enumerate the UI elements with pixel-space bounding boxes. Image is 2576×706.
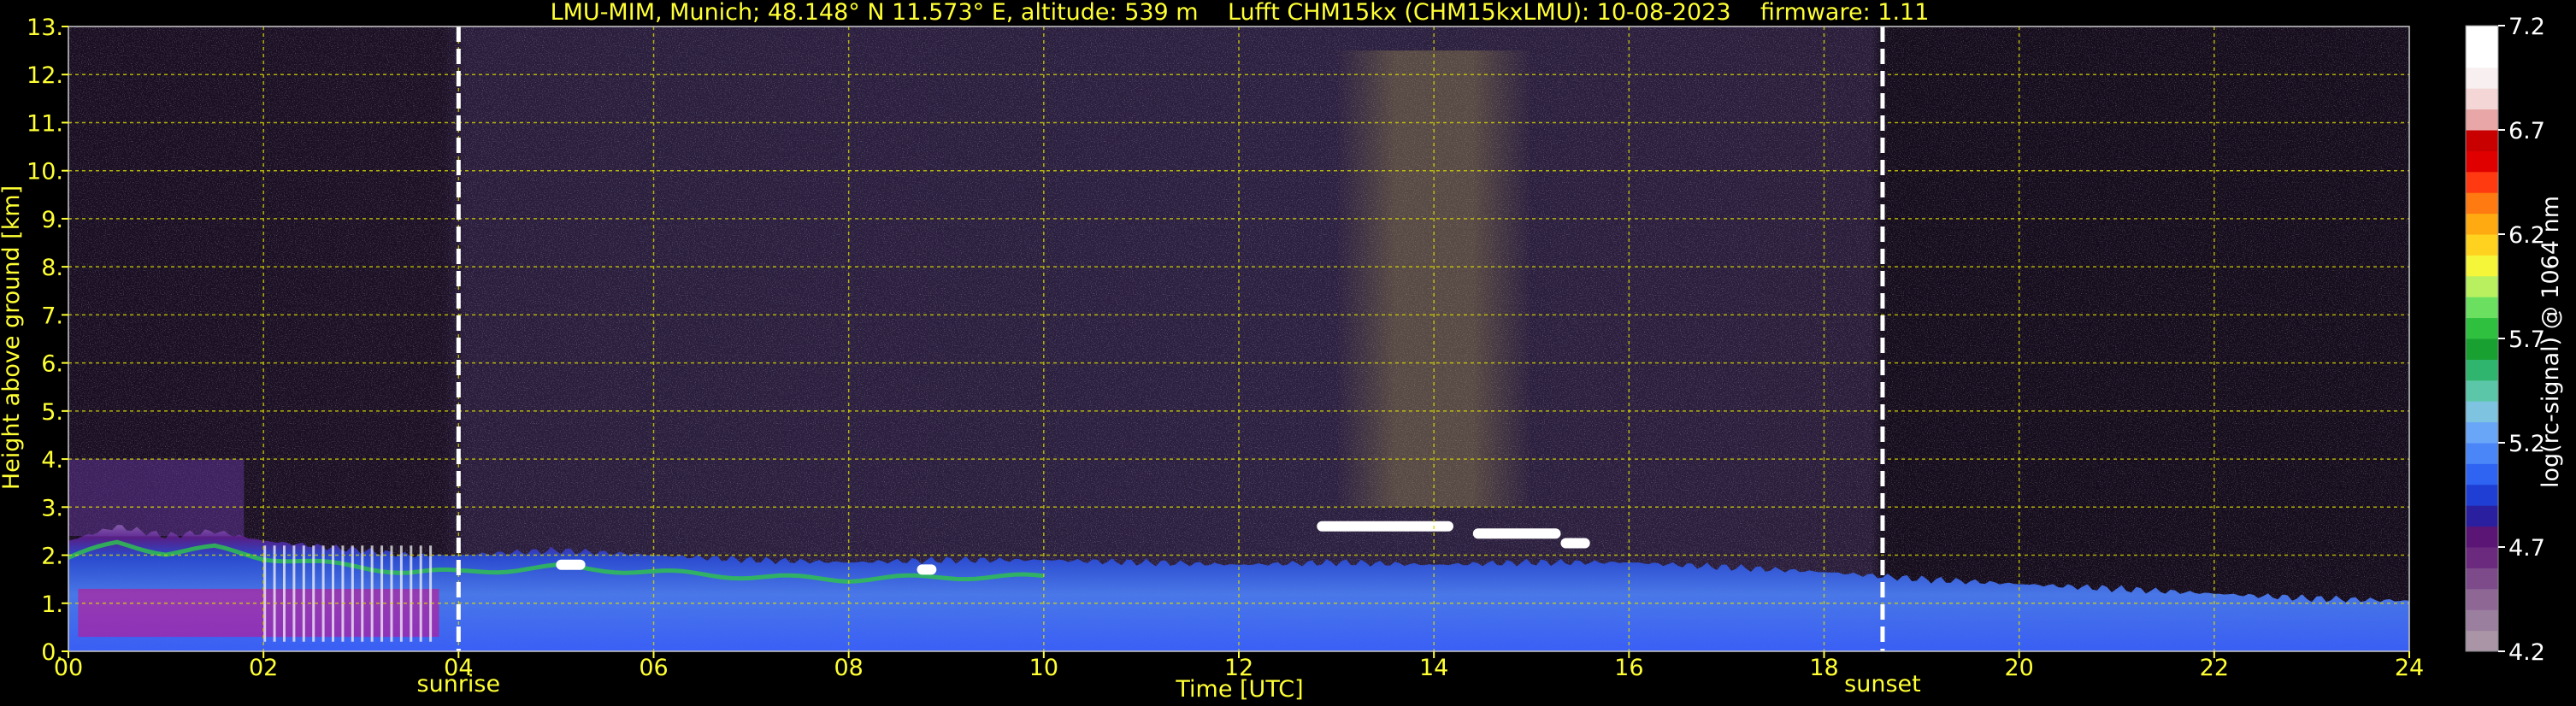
x-tick-label: 20 <box>2004 655 2033 681</box>
plot-area <box>68 26 2409 651</box>
y-tick-label: 5. <box>41 399 63 426</box>
x-tick-label: 04 <box>444 655 473 681</box>
cloud-segment-3 <box>556 559 586 570</box>
colorbar-swatch <box>2466 379 2498 402</box>
colorbar-swatch <box>2466 88 2498 110</box>
low-cloud-streak-7 <box>332 545 335 642</box>
colorbar-swatch <box>2466 26 2498 47</box>
colorbar-swatch <box>2466 505 2498 527</box>
y-tick-label: 8. <box>41 255 63 281</box>
colorbar-swatch <box>2466 401 2498 423</box>
chart-title: LMU-MIM, Munich; 48.148° N 11.573° E, al… <box>551 0 1930 26</box>
colorbar-swatch <box>2466 67 2498 89</box>
low-cloud-streak-9 <box>351 545 354 642</box>
y-tick-label: 12. <box>27 62 63 89</box>
colorbar-tick-label: 4.7 <box>2508 535 2545 562</box>
low-cloud-streak-6 <box>321 545 325 642</box>
x-tick-label: 10 <box>1029 655 1058 681</box>
low-cloud-streak-17 <box>429 545 433 642</box>
y-tick-label: 6. <box>41 351 63 378</box>
cloud-segment-4 <box>917 564 937 575</box>
colorbar: 7.26.76.25.75.24.74.2 <box>2465 14 2545 666</box>
surface-layer <box>78 588 439 638</box>
low-cloud-streak-4 <box>302 545 305 642</box>
x-tick-label: 06 <box>639 655 668 681</box>
low-cloud-streak-5 <box>312 545 315 642</box>
colorbar-swatch <box>2466 443 2498 464</box>
low-cloud-streak-8 <box>341 545 345 642</box>
colorbar-label: log(rc-signal) @ 1064 nm <box>2538 196 2564 488</box>
colorbar-swatch <box>2466 568 2498 590</box>
colorbar-swatch <box>2466 150 2498 173</box>
low-cloud-streak-15 <box>410 545 413 642</box>
night-aerosol-layer <box>68 459 245 537</box>
y-tick-label: 11. <box>27 110 63 137</box>
colorbar-swatch <box>2466 46 2498 68</box>
colorbar-tick-label: 4.2 <box>2508 639 2545 666</box>
low-cloud-streak-12 <box>380 545 384 642</box>
colorbar-swatch <box>2466 255 2498 277</box>
colorbar-swatch <box>2466 630 2498 652</box>
colorbar-swatch <box>2466 297 2498 319</box>
low-cloud-streak-11 <box>370 545 374 642</box>
colorbar-swatch <box>2466 463 2498 485</box>
colorbar-swatch <box>2466 338 2498 360</box>
colorbar-swatch <box>2466 484 2498 506</box>
ceilometer-chart: sunrise sunset 0.1.2.3.4.5.6.7.8.9.10.11.… <box>0 0 2564 703</box>
y-tick-label: 13. <box>27 15 63 41</box>
low-cloud-streak-13 <box>390 545 393 642</box>
y-tick-label: 7. <box>41 303 63 329</box>
x-tick-label: 16 <box>1614 655 1643 681</box>
y-tick-label: 4. <box>41 447 63 474</box>
colorbar-swatch <box>2466 317 2498 339</box>
colorbar-swatch <box>2466 359 2498 381</box>
colorbar-swatch <box>2466 109 2498 131</box>
low-cloud-streak-16 <box>419 545 422 642</box>
y-tick-label: 9. <box>41 207 63 233</box>
colorbar-tick-label: 6.7 <box>2508 118 2545 144</box>
x-tick-label: 02 <box>249 655 278 681</box>
colorbar-swatch <box>2466 275 2498 297</box>
x-tick-label: 18 <box>1809 655 1838 681</box>
y-tick-label: 2. <box>41 544 63 570</box>
x-tick-label: 08 <box>834 655 863 681</box>
x-tick-label: 00 <box>54 655 83 681</box>
colorbar-swatch <box>2466 609 2498 632</box>
low-cloud-streak-3 <box>292 545 296 642</box>
x-tick-label: 24 <box>2395 655 2424 681</box>
colorbar-tick-label: 7.2 <box>2508 14 2545 40</box>
colorbar-swatch <box>2466 547 2498 568</box>
low-cloud-streak-10 <box>361 545 364 642</box>
y-tick-label: 3. <box>41 495 63 521</box>
cloud-segment-1 <box>1472 528 1561 539</box>
colorbar-swatch <box>2466 213 2498 235</box>
low-cloud-streak-1 <box>273 545 276 642</box>
colorbar-swatch <box>2466 234 2498 256</box>
colorbar-swatch <box>2466 526 2498 548</box>
cloud-segment-0 <box>1317 521 1453 532</box>
x-axis-label: Time [UTC] <box>1175 676 1303 703</box>
colorbar-swatch <box>2466 421 2498 444</box>
colorbar-swatch <box>2466 171 2498 193</box>
colorbar-swatch <box>2466 588 2498 610</box>
colorbar-swatch <box>2466 192 2498 215</box>
colorbar-swatch <box>2466 130 2498 151</box>
low-cloud-streak-14 <box>399 545 403 642</box>
x-tick-label: 22 <box>2200 655 2229 681</box>
y-axis-label: Height above ground [km] <box>0 185 25 490</box>
cloud-segment-2 <box>1560 538 1590 549</box>
x-tick-label: 14 <box>1419 655 1448 681</box>
y-tick-label: 10. <box>27 159 63 185</box>
low-cloud-streak-2 <box>282 545 286 642</box>
sunset-label: sunset <box>1844 671 1921 697</box>
y-tick-label: 1. <box>41 591 63 618</box>
